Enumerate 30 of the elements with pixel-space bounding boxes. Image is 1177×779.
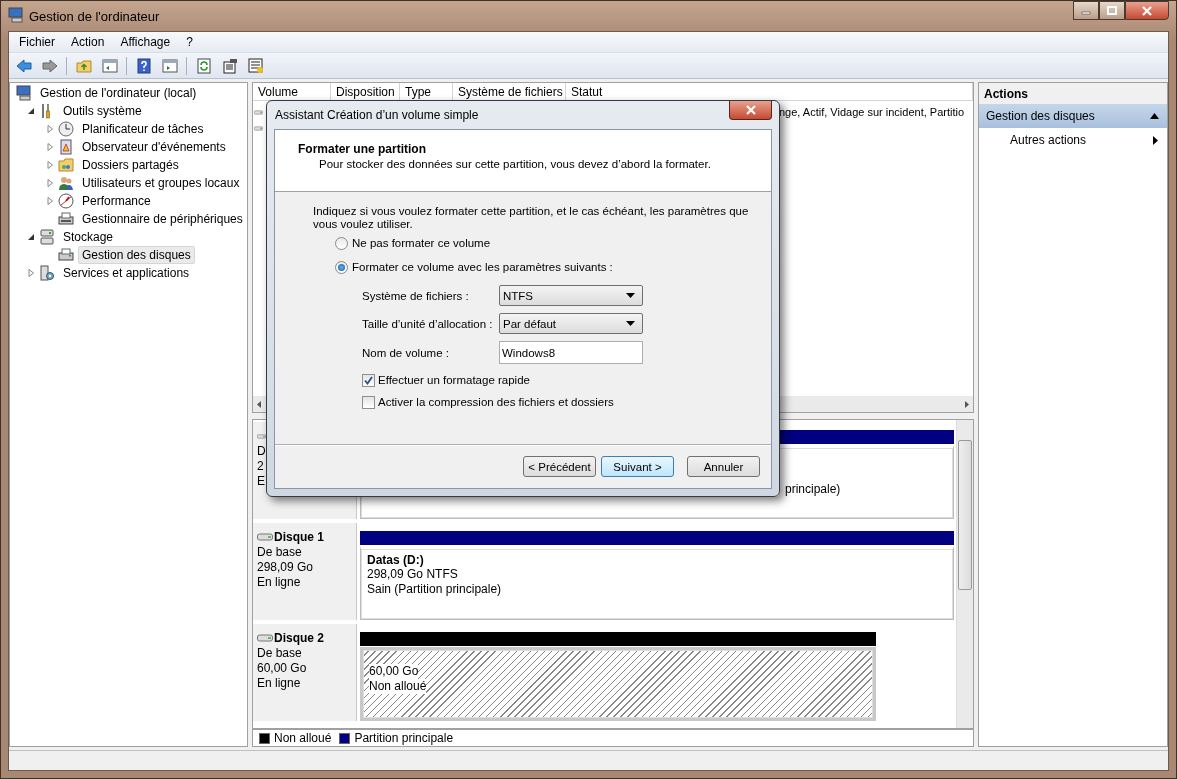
disk-info: De base: [257, 646, 303, 661]
disk-info: D: [257, 444, 267, 459]
field-label: Système de fichiers :: [362, 289, 470, 302]
partition-info: 298,09 Go NTFS: [367, 567, 459, 582]
field-label: Nom de volume :: [362, 346, 450, 359]
disk-name: Disque 2: [274, 631, 324, 645]
disk-info: E: [257, 474, 266, 489]
legend-label: Partition principale: [354, 731, 454, 745]
disk-info: 60,00 Go: [257, 661, 308, 676]
page-description: Pour stocker des données sur cette partition, vous devez d’abord la formater.: [318, 158, 712, 170]
partition-info: Sain (Partition principale): [367, 582, 503, 597]
partition-info: principale): [785, 482, 842, 497]
disk-info: En ligne: [257, 676, 302, 691]
disk-info: De base: [257, 545, 303, 560]
partition-info: 60,00 Go: [369, 664, 419, 679]
disk-info: 2: [257, 459, 265, 474]
disk-info: En ligne: [257, 575, 302, 590]
partition-info: Non alloué: [369, 679, 427, 694]
disk-info: 298,09 Go: [257, 560, 315, 575]
section-title: Gestion des disques: [986, 109, 1095, 123]
legend-label: Non alloué: [274, 731, 332, 745]
instruction-text: Indiquez si vous voulez formater cette partition, et le cas échéant, les paramètres que vous voulez utiliser.: [313, 205, 750, 231]
field-label: Taille d’unité d’allocation :: [362, 317, 494, 330]
dialog-title: Assistant Création d’un volume simple: [274, 108, 479, 122]
disk-name: Disque 1: [274, 530, 324, 544]
page-heading: Formater une partition: [298, 142, 427, 156]
panel-title: Actions: [979, 83, 1167, 104]
table-cell: nge, Actif, Vidage sur incident, Partitio: [779, 106, 965, 118]
partition-name: Datas (D:): [367, 553, 425, 567]
window-title: Gestion de l'ordinateur: [29, 8, 161, 24]
